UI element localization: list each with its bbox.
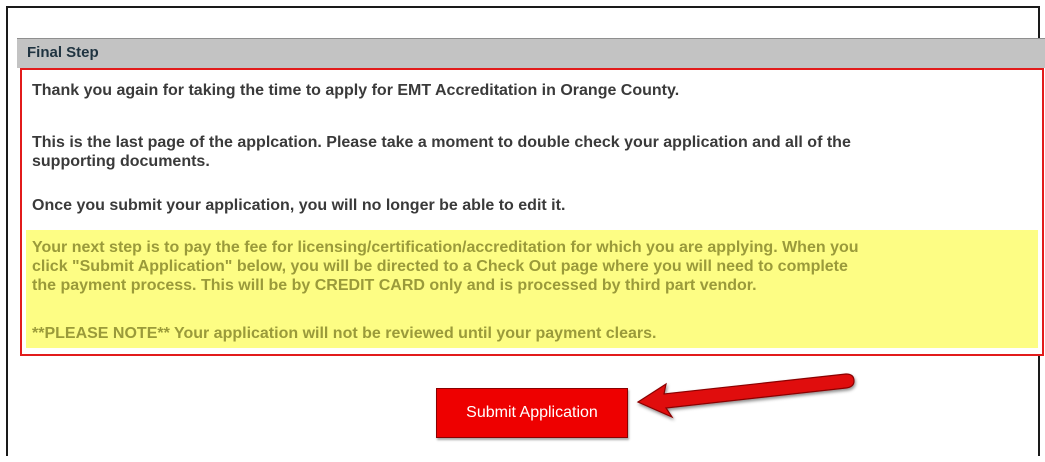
section-title: Final Step <box>27 44 99 61</box>
submit-application-button[interactable]: Submit Application <box>436 388 628 438</box>
payment-notice-line3: the payment process. This will be by CRE… <box>32 277 757 294</box>
final-step-panel: Thank you again for taking the time to a… <box>20 68 1044 356</box>
red-arrow-pointing-left-icon <box>636 373 855 419</box>
thank-you-text: Thank you again for taking the time to a… <box>32 82 680 99</box>
section-header: Final Step <box>17 38 1045 68</box>
no-edit-text: Once you submit your application, you wi… <box>32 197 566 214</box>
payment-notice-line1: Your next step is to pay the fee for lic… <box>32 239 859 256</box>
payment-notice-line2: click "Submit Application" below, you wi… <box>32 258 848 275</box>
payment-notice-highlight: Your next step is to pay the fee for lic… <box>26 230 1038 348</box>
last-page-text-line1: This is the last page of the applcation.… <box>32 134 851 151</box>
please-note-text: **PLEASE NOTE** Your application will no… <box>32 325 657 342</box>
last-page-text-line2: supporting documents. <box>32 153 210 170</box>
